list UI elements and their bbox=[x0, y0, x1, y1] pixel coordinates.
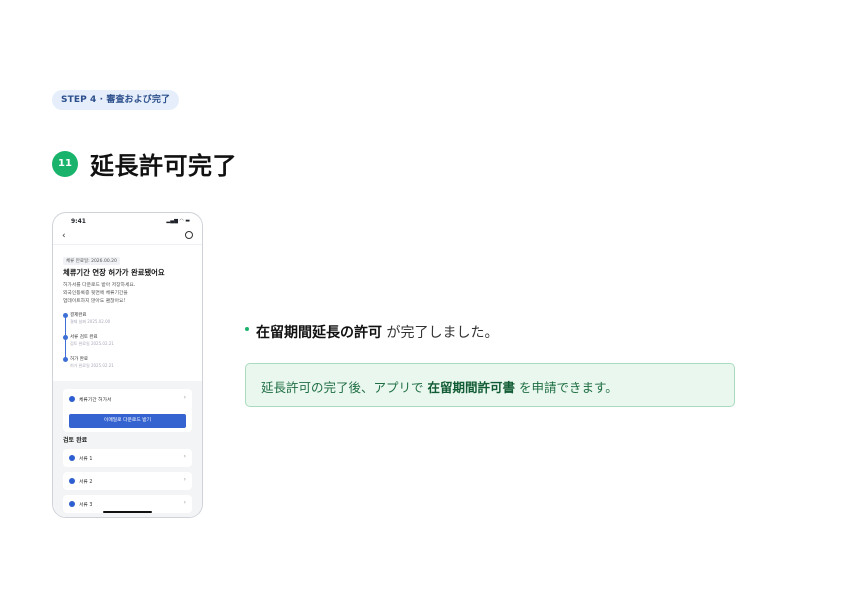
expiry-tag: 체류 만료일: 2026.00.20 bbox=[63, 257, 120, 265]
download-email-button[interactable]: 이메일로 다운로드 받기 bbox=[69, 414, 186, 428]
bullet-bold: 在留期間延長の許可 bbox=[256, 325, 382, 341]
headset-icon[interactable] bbox=[185, 231, 193, 239]
chevron-right-icon[interactable]: › bbox=[184, 394, 186, 401]
permit-label: 체류기간 허가서 bbox=[79, 398, 112, 403]
bullet-dot-icon bbox=[245, 327, 249, 331]
timeline-date: 결제 날짜 2025.02.00 bbox=[70, 319, 111, 324]
signal-wifi-battery-icon: ▂▄▆ ◠ ▬ bbox=[166, 218, 190, 224]
check-icon bbox=[69, 478, 75, 484]
document-label: 서류 2 bbox=[79, 480, 93, 485]
review-heading: 검토 완료 bbox=[63, 437, 88, 444]
bullet-rest: が完了しました。 bbox=[382, 325, 499, 341]
step-badge: STEP 4 · 審査および完了 bbox=[52, 90, 180, 110]
document-label: 서류 3 bbox=[79, 503, 93, 508]
page-title: 延長許可完了 bbox=[90, 152, 237, 180]
timeline-dot-icon bbox=[63, 357, 68, 362]
description-line: 업데이트하지 않아도 괜찮아요! bbox=[63, 299, 126, 304]
timeline-date: 허가 완료일 2025.02.21 bbox=[70, 363, 114, 368]
completion-title: 체류기간 연장 허가가 완료됐어요 bbox=[63, 268, 165, 277]
phone-mockup: 9:41 ▂▄▆ ◠ ▬ ‹ 체류 만료일: 2026.00.20 체류기간 연… bbox=[52, 212, 203, 518]
timeline-dot-icon bbox=[63, 335, 68, 340]
timeline-name: 결제완료 bbox=[70, 313, 87, 318]
timeline-date: 검토 완료일 2025.02.21 bbox=[70, 341, 114, 346]
info-bold: 在留期間許可書 bbox=[427, 380, 515, 395]
chevron-right-icon: › bbox=[183, 476, 186, 483]
info-prefix: 延長許可の完了後、アプリで bbox=[261, 380, 428, 395]
bullet-text: 在留期間延長の許可 が完了しました。 bbox=[256, 322, 498, 342]
check-icon bbox=[69, 396, 75, 402]
description-line: 허가서를 다운로드 받아 저장하세요. bbox=[63, 283, 136, 288]
chevron-right-icon: › bbox=[183, 499, 186, 506]
app-nav-bar: ‹ bbox=[53, 230, 202, 245]
status-time: 9:41 bbox=[71, 218, 86, 225]
status-bar: 9:41 ▂▄▆ ◠ ▬ bbox=[53, 213, 202, 227]
timeline-name: 서류 검토 완료 bbox=[70, 335, 98, 340]
home-indicator bbox=[103, 511, 152, 513]
completion-description: 허가서를 다운로드 받아 저장하세요. 외국인등록증 뒷면에 체류기간을 업데이… bbox=[63, 282, 193, 306]
info-suffix: を申請できます。 bbox=[515, 380, 618, 395]
document-row[interactable]: 서류 2 › bbox=[63, 472, 192, 490]
step-number-badge: 11 bbox=[52, 150, 78, 177]
description-line: 외국인등록증 뒷면에 체류기간을 bbox=[63, 291, 128, 296]
check-icon bbox=[69, 501, 75, 507]
permit-card: 체류기간 허가서 › 이메일로 다운로드 받기 bbox=[63, 389, 192, 432]
check-icon bbox=[69, 455, 75, 461]
back-icon[interactable]: ‹ bbox=[62, 231, 66, 241]
bullet-point: 在留期間延長の許可 が完了しました。 bbox=[245, 322, 498, 342]
info-callout: 延長許可の完了後、アプリで 在留期間許可書 を申請できます。 bbox=[245, 363, 735, 407]
document-row[interactable]: 서류 1 › bbox=[63, 449, 192, 467]
timeline-dot-icon bbox=[63, 313, 68, 318]
page-title-row: 11 延長許可完了 bbox=[52, 146, 237, 181]
chevron-right-icon: › bbox=[183, 453, 186, 460]
document-label: 서류 1 bbox=[79, 457, 93, 462]
info-text: 延長許可の完了後、アプリで 在留期間許可書 を申請できます。 bbox=[261, 377, 618, 396]
timeline-name: 허가 완료 bbox=[70, 357, 88, 362]
